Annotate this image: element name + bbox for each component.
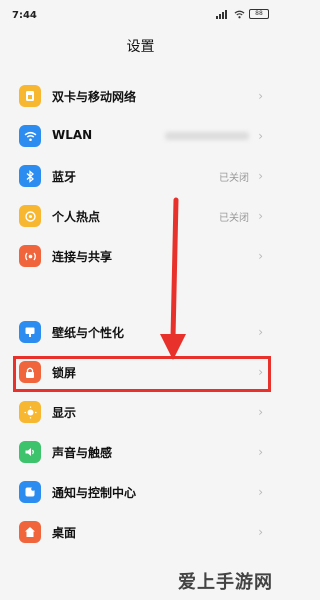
arrow-annotation xyxy=(160,197,186,360)
watermark-text: 爱上手游网 xyxy=(178,572,273,593)
